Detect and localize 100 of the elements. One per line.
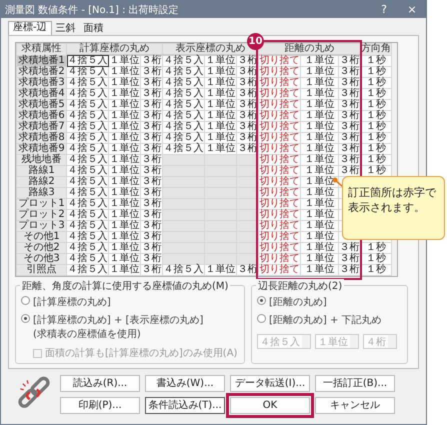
table-cell[interactable]: １単位	[204, 100, 236, 110]
table-cell[interactable]: １単位	[300, 55, 338, 66]
table-cell[interactable]: 切り捨て	[258, 55, 300, 66]
table-cell[interactable]: １単位	[108, 176, 140, 188]
table-cell[interactable]: １単位	[300, 188, 338, 198]
table-cell[interactable]: 切り捨て	[258, 198, 300, 210]
table-cell[interactable]: 切り捨て	[258, 264, 300, 276]
table-cell[interactable]: １単位	[108, 110, 140, 122]
dialog-button[interactable]: OK	[230, 396, 310, 414]
table-cell[interactable]: ４捨５入	[66, 176, 108, 188]
table-cell[interactable]: 切り捨て	[258, 88, 300, 100]
table-cell[interactable]: ３桁	[338, 66, 360, 78]
table-cell[interactable]: ３桁	[140, 144, 162, 154]
table-cell[interactable]: ３桁	[140, 220, 162, 232]
table-cell[interactable]: １単位	[108, 122, 140, 132]
table-cell[interactable]: ４捨５入	[66, 100, 108, 110]
table-cell[interactable]: ３桁	[338, 144, 360, 154]
row-header[interactable]: その他3	[16, 254, 66, 264]
table-cell[interactable]: 切り捨て	[258, 254, 300, 264]
table-cell[interactable]: １単位	[204, 144, 236, 154]
table-cell[interactable]: １単位	[300, 144, 338, 154]
table-cell[interactable]: ３桁	[140, 232, 162, 242]
table-cell[interactable]: ４捨５入	[66, 232, 108, 242]
table-cell[interactable]: 切り捨て	[258, 100, 300, 110]
table-cell[interactable]: １単位	[300, 198, 338, 210]
dialog-button[interactable]: データ転送(I)...	[230, 374, 310, 392]
row-header[interactable]: その他1	[16, 232, 66, 242]
table-cell[interactable]: ３桁	[140, 198, 162, 210]
table-cell[interactable]: ４捨５入	[66, 264, 108, 276]
table-cell[interactable]: ４捨５入	[66, 88, 108, 100]
table-cell[interactable]: ３桁	[140, 188, 162, 198]
table-cell[interactable]: ４捨５入	[66, 154, 108, 166]
dialog-button[interactable]: キャンセル	[315, 396, 395, 414]
table-cell[interactable]: ４捨５入	[162, 110, 204, 122]
table-cell[interactable]: １単位	[108, 55, 140, 66]
table-cell[interactable]: 切り捨て	[258, 166, 300, 176]
table-cell[interactable]: １単位	[108, 166, 140, 176]
row-header[interactable]: プロット3	[16, 220, 66, 232]
table-cell[interactable]: 切り捨て	[258, 242, 300, 254]
table-cell[interactable]: １単位	[300, 78, 338, 88]
table-cell[interactable]: １単位	[300, 100, 338, 110]
table-cell[interactable]: １単位	[300, 154, 338, 166]
table-cell[interactable]: １単位	[204, 122, 236, 132]
table-cell[interactable]: ４捨５入	[66, 166, 108, 176]
dialog-button[interactable]: 書込み(W)...	[145, 374, 225, 392]
table-cell[interactable]: ３桁	[140, 132, 162, 144]
table-cell[interactable]: ３桁	[140, 100, 162, 110]
table-cell[interactable]: ３桁	[140, 176, 162, 188]
row-header[interactable]: プロット2	[16, 210, 66, 220]
table-cell[interactable]: １単位	[108, 188, 140, 198]
table-cell[interactable]: １単位	[108, 132, 140, 144]
table-cell[interactable]: ３桁	[338, 132, 360, 144]
row-header[interactable]: 求積地番7	[16, 122, 66, 132]
table-cell[interactable]: ４捨５入	[162, 100, 204, 110]
row-header[interactable]: 求積地番8	[16, 132, 66, 144]
table-cell[interactable]: ３桁	[140, 66, 162, 78]
row-header[interactable]: その他2	[16, 242, 66, 254]
row-header[interactable]: 路線3	[16, 188, 66, 198]
row-header[interactable]: 求積地番4	[16, 88, 66, 100]
table-cell[interactable]: 切り捨て	[258, 110, 300, 122]
dialog-button[interactable]: 印刷(P)...	[60, 396, 140, 414]
table-cell[interactable]: １単位	[108, 210, 140, 220]
row-header[interactable]: 求積地番3	[16, 78, 66, 88]
table-cell[interactable]: ４捨５入	[66, 188, 108, 198]
table-cell[interactable]: ４捨５入	[66, 144, 108, 154]
table-cell[interactable]: ４捨５入	[66, 210, 108, 220]
row-header[interactable]: 路線2	[16, 176, 66, 188]
table-cell[interactable]: ３桁	[338, 88, 360, 100]
table-cell[interactable]: １単位	[108, 220, 140, 232]
table-cell[interactable]: ３桁	[338, 264, 360, 276]
table-cell[interactable]: １単位	[108, 254, 140, 264]
table-cell[interactable]: １単位	[204, 55, 236, 66]
table-cell[interactable]: ４捨５入	[66, 132, 108, 144]
dialog-button[interactable]: 読込み(R)...	[60, 374, 140, 392]
tab[interactable]: 面積	[80, 23, 108, 35]
table-cell[interactable]: １単位	[108, 78, 140, 88]
row-header[interactable]: 求積地番9	[16, 144, 66, 154]
table-cell[interactable]: １単位	[108, 154, 140, 166]
table-cell[interactable]: １単位	[300, 88, 338, 100]
close-button[interactable]: ×	[398, 3, 426, 16]
table-cell[interactable]: １単位	[204, 88, 236, 100]
tab[interactable]: 座標-辺	[8, 21, 52, 35]
row-header[interactable]: 求積地番5	[16, 100, 66, 110]
table-cell[interactable]: １単位	[300, 132, 338, 144]
row-header[interactable]: 求積地番1	[16, 55, 66, 66]
table-cell[interactable]: ４捨５入	[162, 144, 204, 154]
table-cell[interactable]: ３桁	[338, 78, 360, 88]
table-cell[interactable]: ３桁	[140, 264, 162, 276]
table-cell[interactable]: 切り捨て	[258, 176, 300, 188]
table-cell[interactable]: ３桁	[338, 100, 360, 110]
table-cell[interactable]: ４捨５入	[66, 242, 108, 254]
dialog-button[interactable]: 条件読込み(T)...	[145, 396, 225, 414]
table-cell[interactable]: １単位	[108, 198, 140, 210]
table-cell[interactable]: ４捨５入	[162, 132, 204, 144]
table-cell[interactable]: ３桁	[140, 154, 162, 166]
table-cell[interactable]: １単位	[204, 66, 236, 78]
row-header[interactable]: 求積地番2	[16, 66, 66, 78]
table-cell[interactable]: ４捨５入	[66, 78, 108, 88]
table-cell[interactable]: 切り捨て	[258, 132, 300, 144]
table-cell[interactable]: 切り捨て	[258, 188, 300, 198]
